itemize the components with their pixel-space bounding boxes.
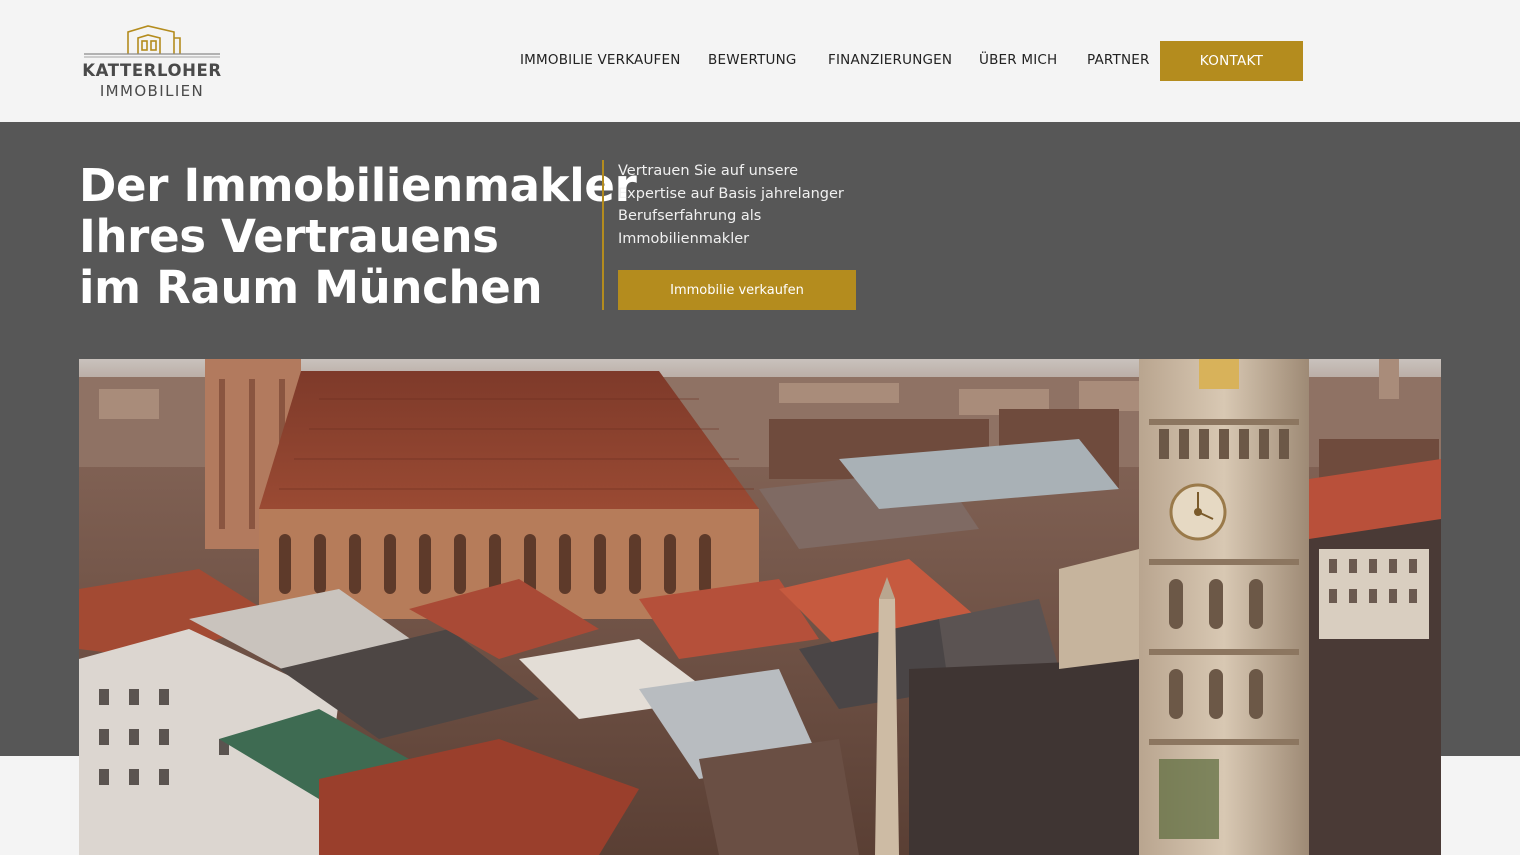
kontakt-button[interactable]: KONTAKT: [1160, 41, 1303, 81]
hero-divider: [602, 160, 604, 310]
hero-title: Der Immobilienmakler Ihres Vertrauens im…: [79, 159, 637, 314]
hero-description: Vertrauen Sie auf unsere Expertise auf B…: [618, 163, 844, 247]
site-header: KATTERLOHER IMMOBILIEN IMMOBILIE VERKAUF…: [0, 0, 1520, 122]
hero-title-line: Ihres Vertrauens: [79, 210, 499, 263]
logo-line-2: IMMOBILIEN: [99, 82, 205, 100]
munich-city-aerial-photo: [79, 359, 1441, 855]
logo-line-1: KATTERLOHER: [82, 61, 222, 80]
hero-title-line: im Raum München: [79, 261, 543, 314]
nav-ueber-mich[interactable]: ÜBER MICH: [979, 52, 1057, 68]
nav-bewertung[interactable]: BEWERTUNG: [708, 52, 797, 68]
logo[interactable]: KATTERLOHER IMMOBILIEN: [82, 24, 222, 104]
nav-finanzierungen[interactable]: FINANZIERUNGEN: [828, 52, 952, 68]
hero-title-line: Der Immobilienmakler: [79, 159, 637, 212]
nav-immobilie-verkaufen[interactable]: IMMOBILIE VERKAUFEN: [520, 52, 681, 68]
house-outline-icon: [84, 25, 220, 58]
nav-partner[interactable]: PARTNER: [1087, 52, 1150, 68]
immobilie-verkaufen-button[interactable]: Immobilie verkaufen: [618, 270, 856, 310]
